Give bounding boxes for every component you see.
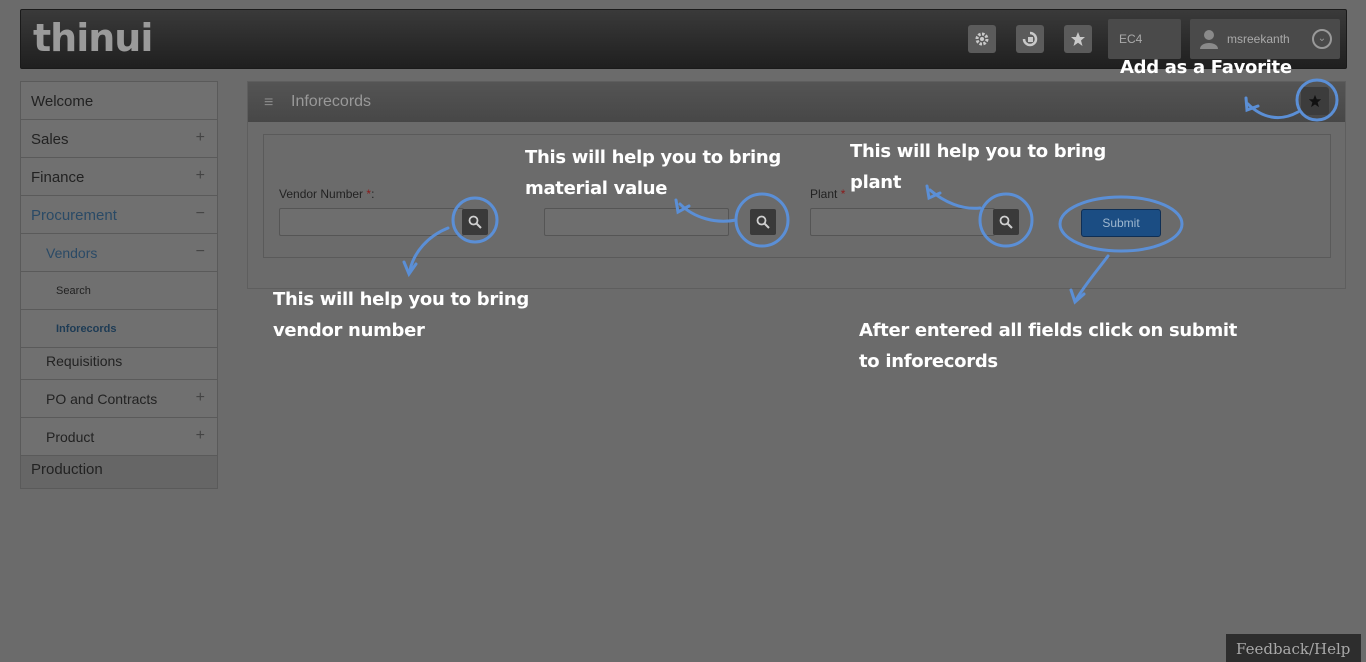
vendor-number-label-text: Vendor Number: [279, 187, 364, 201]
annotation-vendor-line1: This will help you to bring: [273, 289, 529, 310]
sidebar-item-product[interactable]: Product +: [21, 418, 217, 456]
annotation-material-line2: material value: [525, 178, 668, 199]
hamburger-icon[interactable]: ≡: [264, 94, 273, 112]
app-switch-icon: [1022, 31, 1038, 47]
sidebar-item-label: Search: [56, 285, 91, 297]
expand-icon[interactable]: +: [196, 427, 205, 445]
search-icon: [999, 215, 1013, 229]
sidebar-item-search[interactable]: Search: [21, 272, 217, 310]
favorites-button[interactable]: [1064, 25, 1092, 53]
sidebar-item-sales[interactable]: Sales +: [21, 120, 217, 158]
annotation-plant-line2: plant: [850, 172, 902, 193]
settings-button[interactable]: [968, 25, 996, 53]
sidebar-item-label: Sales: [31, 131, 69, 148]
search-icon: [756, 215, 770, 229]
sidebar-item-label: Vendors: [46, 245, 98, 261]
sidebar-item-procurement[interactable]: Procurement −: [21, 196, 217, 234]
star-icon: [1308, 94, 1322, 108]
inforecords-panel: ≡ Inforecords Vendor Number *: Plant * S…: [247, 81, 1346, 289]
sidebar-item-label: Production: [31, 461, 103, 478]
vendor-number-input[interactable]: [279, 208, 464, 236]
app-switch-button[interactable]: [1016, 25, 1044, 53]
sidebar-item-po-and-contracts[interactable]: PO and Contracts +: [21, 380, 217, 418]
annotation-vendor-line2: vendor number: [273, 320, 425, 341]
sidebar-item-label: Inforecords: [56, 323, 117, 335]
submit-button[interactable]: Submit: [1081, 209, 1161, 237]
page-title: Inforecords: [291, 93, 372, 110]
add-favorite-button[interactable]: [1301, 87, 1329, 115]
material-input[interactable]: [544, 208, 729, 236]
user-icon: [1200, 30, 1218, 49]
app-logo[interactable]: thinui: [33, 16, 153, 60]
sidebar-item-inforecords[interactable]: Inforecords: [21, 310, 217, 348]
sidebar-item-welcome[interactable]: Welcome: [21, 82, 217, 120]
sidebar-item-label: Procurement: [31, 207, 117, 224]
star-icon: [1071, 32, 1085, 46]
label-colon: :: [371, 187, 375, 201]
plant-search-button[interactable]: [993, 209, 1019, 235]
plant-label: Plant *: [810, 187, 845, 201]
material-search-button[interactable]: [750, 209, 776, 235]
sidebar-nav: Welcome Sales + Finance + Procurement − …: [20, 81, 218, 489]
feedback-label: Feedback/Help: [1236, 640, 1351, 658]
sidebar-item-vendors[interactable]: Vendors −: [21, 234, 217, 272]
sidebar-item-production[interactable]: Production: [21, 456, 217, 488]
plant-label-text: Plant: [810, 187, 838, 201]
required-mark: *: [840, 187, 846, 201]
panel-header: ≡ Inforecords: [248, 82, 1345, 122]
expand-icon[interactable]: +: [196, 167, 205, 185]
search-form: Vendor Number *: Plant * Submit: [263, 134, 1331, 258]
annotation-submit-line1: After entered all fields click on submit: [859, 320, 1238, 341]
sidebar-item-requisitions[interactable]: Requisitions: [21, 348, 217, 380]
expand-icon[interactable]: +: [196, 389, 205, 407]
username: msreekanth: [1227, 32, 1290, 46]
sidebar-item-label: Product: [46, 429, 95, 445]
annotation-favorite: Add as a Favorite: [1120, 57, 1292, 78]
gear-icon: [975, 32, 989, 46]
collapse-icon[interactable]: −: [196, 205, 205, 223]
collapse-icon[interactable]: −: [196, 243, 205, 261]
feedback-help-tab[interactable]: Feedback/Help ▲: [1226, 634, 1361, 662]
expand-icon[interactable]: +: [196, 129, 205, 147]
sidebar-item-label: Finance: [31, 169, 85, 186]
sidebar-item-label: PO and Contracts: [46, 391, 158, 407]
vendor-search-button[interactable]: [462, 209, 488, 235]
annotation-material-line1: This will help you to bring: [525, 147, 781, 168]
search-icon: [468, 215, 482, 229]
vendor-number-label: Vendor Number *:: [279, 187, 374, 201]
sidebar-item-label: Welcome: [31, 93, 94, 110]
sidebar-item-finance[interactable]: Finance +: [21, 158, 217, 196]
annotation-submit-line2: to inforecords: [859, 351, 998, 372]
annotation-plant-line1: This will help you to bring: [850, 141, 1106, 162]
chevron-down-icon[interactable]: ⌄: [1312, 29, 1332, 49]
sidebar-item-label: Requisitions: [46, 353, 123, 369]
plant-input[interactable]: [810, 208, 995, 236]
